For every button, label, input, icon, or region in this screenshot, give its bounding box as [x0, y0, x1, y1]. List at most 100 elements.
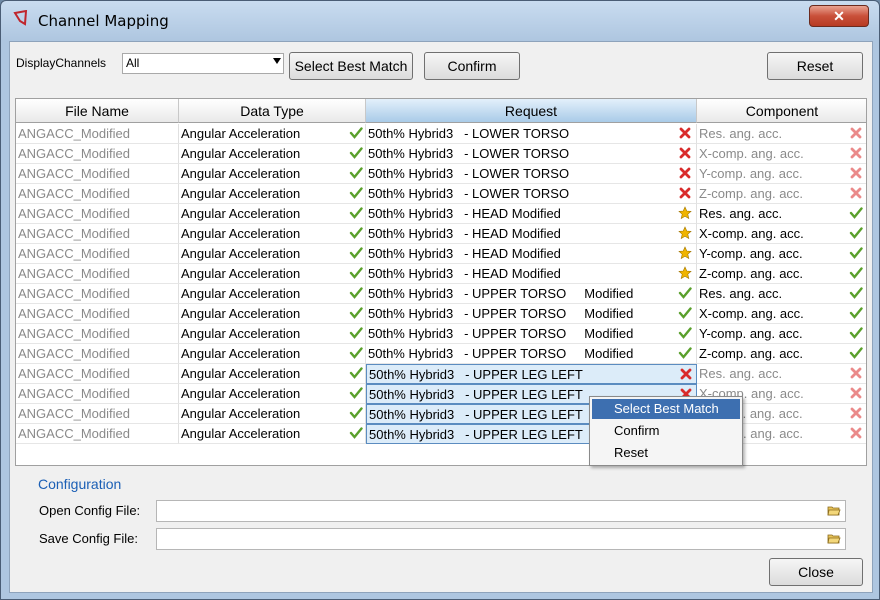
request-cell[interactable]: 50th% Hybrid3 - LOWER TORSO [366, 144, 697, 164]
table-row[interactable]: ANGACC_Modified Angular Acceleration 50th%… [16, 184, 866, 204]
open-config-field[interactable] [156, 500, 846, 522]
component-cell[interactable]: Y-comp. ang. acc. [697, 244, 866, 264]
data-type-cell[interactable]: Angular Acceleration [179, 384, 366, 404]
component-text: Y-comp. ang. acc. [699, 326, 803, 341]
component-text: X-comp. ang. acc. [699, 146, 804, 161]
data-type-cell[interactable]: Angular Acceleration [179, 124, 366, 144]
request-cell[interactable]: 50th% Hybrid3 - UPPER TORSO Modified [366, 284, 697, 304]
component-text: Z-comp. ang. acc. [699, 186, 804, 201]
component-cell[interactable]: X-comp. ang. acc. [697, 144, 866, 164]
table-row[interactable]: ANGACC_Modified Angular Acceleration 50th%… [16, 304, 866, 324]
check-icon [849, 206, 863, 220]
configuration-title: Configuration [38, 476, 122, 492]
data-type-cell[interactable]: Angular Acceleration [179, 144, 366, 164]
save-config-field[interactable] [156, 528, 846, 550]
request-cell[interactable]: 50th% Hybrid3 - HEAD Modified [366, 224, 697, 244]
component-text: Res. ang. acc. [699, 366, 783, 381]
file-name-cell: ANGACC_Modified [16, 144, 179, 164]
cross-icon [849, 126, 863, 140]
component-text: Res. ang. acc. [699, 286, 783, 301]
window-title: Channel Mapping [38, 12, 169, 30]
request-cell[interactable]: 50th% Hybrid3 - UPPER LEG LEFT [366, 364, 697, 384]
data-type-cell[interactable]: Angular Acceleration [179, 404, 366, 424]
check-icon [678, 326, 692, 340]
select-best-match-button[interactable]: Select Best Match [289, 52, 413, 80]
request-cell[interactable]: 50th% Hybrid3 - UPPER TORSO Modified [366, 324, 697, 344]
request-cell[interactable]: 50th% Hybrid3 - LOWER TORSO [366, 184, 697, 204]
table-row[interactable]: ANGACC_Modified Angular Acceleration 50th%… [16, 204, 866, 224]
table-row[interactable]: ANGACC_Modified Angular Acceleration 50th%… [16, 364, 866, 384]
component-text: Res. ang. acc. [699, 126, 783, 141]
check-icon [349, 126, 363, 140]
component-cell[interactable]: Res. ang. acc. [697, 204, 866, 224]
check-icon [349, 426, 363, 440]
request-cell[interactable]: 50th% Hybrid3 - UPPER TORSO Modified [366, 304, 697, 324]
component-cell[interactable]: Z-comp. ang. acc. [697, 184, 866, 204]
cross-icon [849, 366, 863, 380]
table-row[interactable]: ANGACC_Modified Angular Acceleration 50th%… [16, 144, 866, 164]
display-channels-select[interactable]: All [122, 53, 284, 74]
check-icon [349, 166, 363, 180]
table-row[interactable]: ANGACC_Modified Angular Acceleration 50th%… [16, 264, 866, 284]
close-button[interactable]: Close [769, 558, 863, 586]
data-type-text: Angular Acceleration [181, 186, 301, 201]
table-row[interactable]: ANGACC_Modified Angular Acceleration 50th%… [16, 284, 866, 304]
component-cell[interactable]: Y-comp. ang. acc. [697, 324, 866, 344]
component-cell[interactable]: Z-comp. ang. acc. [697, 344, 866, 364]
menu-item-select-best-match[interactable]: Select Best Match [592, 399, 740, 419]
file-name-cell: ANGACC_Modified [16, 184, 179, 204]
request-text: 50th% Hybrid3 - UPPER TORSO Modified [368, 286, 634, 301]
request-cell[interactable]: 50th% Hybrid3 - LOWER TORSO [366, 124, 697, 144]
data-type-cell[interactable]: Angular Acceleration [179, 304, 366, 324]
table-row[interactable]: ANGACC_Modified Angular Acceleration 50th%… [16, 224, 866, 244]
data-type-cell[interactable]: Angular Acceleration [179, 284, 366, 304]
component-cell[interactable]: Res. ang. acc. [697, 364, 866, 384]
component-cell[interactable]: Z-comp. ang. acc. [697, 264, 866, 284]
request-cell[interactable]: 50th% Hybrid3 - HEAD Modified [366, 264, 697, 284]
component-cell[interactable]: Res. ang. acc. [697, 284, 866, 304]
menu-item-reset[interactable]: Reset [592, 443, 740, 463]
table-row[interactable]: ANGACC_Modified Angular Acceleration 50th%… [16, 164, 866, 184]
request-cell[interactable]: 50th% Hybrid3 - LOWER TORSO [366, 164, 697, 184]
table-row[interactable]: ANGACC_Modified Angular Acceleration 50th%… [16, 344, 866, 364]
component-cell[interactable]: X-comp. ang. acc. [697, 224, 866, 244]
column-header-data-type[interactable]: Data Type [179, 99, 366, 123]
file-name-cell: ANGACC_Modified [16, 344, 179, 364]
data-type-text: Angular Acceleration [181, 346, 301, 361]
component-cell[interactable]: X-comp. ang. acc. [697, 304, 866, 324]
reset-button[interactable]: Reset [767, 52, 863, 80]
data-type-cell[interactable]: Angular Acceleration [179, 244, 366, 264]
confirm-button[interactable]: Confirm [424, 52, 520, 80]
component-cell[interactable]: Res. ang. acc. [697, 124, 866, 144]
column-header-request[interactable]: Request [366, 99, 697, 123]
data-type-cell[interactable]: Angular Acceleration [179, 364, 366, 384]
data-type-cell[interactable]: Angular Acceleration [179, 264, 366, 284]
request-text: 50th% Hybrid3 - HEAD Modified [368, 246, 561, 261]
menu-item-confirm[interactable]: Confirm [592, 421, 740, 441]
check-icon [849, 326, 863, 340]
data-type-cell[interactable]: Angular Acceleration [179, 204, 366, 224]
request-cell[interactable]: 50th% Hybrid3 - UPPER TORSO Modified [366, 344, 697, 364]
data-type-cell[interactable]: Angular Acceleration [179, 344, 366, 364]
data-type-cell[interactable]: Angular Acceleration [179, 184, 366, 204]
request-cell[interactable]: 50th% Hybrid3 - HEAD Modified [366, 244, 697, 264]
check-icon [349, 286, 363, 300]
column-header-file-name[interactable]: File Name [16, 99, 179, 123]
open-folder-icon[interactable] [827, 504, 841, 518]
window-close-button[interactable]: ✕ [809, 5, 869, 27]
component-cell[interactable]: Y-comp. ang. acc. [697, 164, 866, 184]
data-type-cell[interactable]: Angular Acceleration [179, 324, 366, 344]
table-row[interactable]: ANGACC_Modified Angular Acceleration 50th%… [16, 244, 866, 264]
column-header-component[interactable]: Component [697, 99, 866, 123]
save-folder-icon[interactable] [827, 532, 841, 546]
title-bar[interactable]: Channel Mapping ✕ [1, 1, 879, 33]
check-icon [349, 326, 363, 340]
table-row[interactable]: ANGACC_Modified Angular Acceleration 50th%… [16, 124, 866, 144]
cross-icon [849, 166, 863, 180]
data-type-cell[interactable]: Angular Acceleration [179, 224, 366, 244]
request-cell[interactable]: 50th% Hybrid3 - HEAD Modified [366, 204, 697, 224]
data-type-cell[interactable]: Angular Acceleration [179, 424, 366, 444]
file-name-cell: ANGACC_Modified [16, 244, 179, 264]
data-type-cell[interactable]: Angular Acceleration [179, 164, 366, 184]
table-row[interactable]: ANGACC_Modified Angular Acceleration 50th%… [16, 324, 866, 344]
